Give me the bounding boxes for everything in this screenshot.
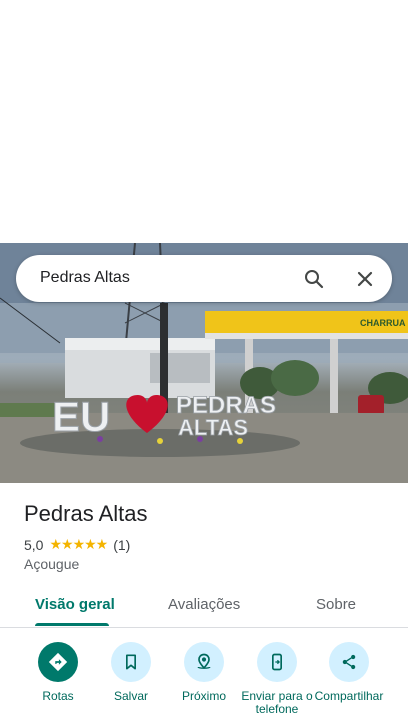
nearby-icon	[184, 642, 224, 682]
bookmark-icon	[111, 642, 151, 682]
tabs-divider	[0, 627, 408, 628]
close-icon[interactable]	[353, 267, 377, 291]
star-rating-icon: ★★★★★	[49, 536, 108, 552]
tab-bar: Visão geral Avaliações Sobre	[0, 586, 408, 626]
send-to-phone-label: Enviar para o telefone	[241, 689, 313, 716]
tab-overview[interactable]: Visão geral	[35, 596, 115, 613]
directions-icon	[38, 642, 78, 682]
directions-label: Rotas	[42, 689, 74, 703]
active-tab-indicator	[35, 623, 109, 626]
save-label: Salvar	[113, 689, 148, 703]
search-icon[interactable]	[302, 267, 326, 291]
share-label: Compartilhar	[314, 689, 384, 703]
place-title: Pedras Altas	[24, 501, 148, 526]
station-brand: CHARRUA	[360, 318, 406, 328]
share-icon	[329, 642, 369, 682]
send-to-phone-button[interactable]: Enviar para o telefone	[237, 642, 317, 716]
sign-altas: ALTAS	[178, 415, 248, 440]
place-category: Açougue	[24, 556, 80, 572]
tab-about[interactable]: Sobre	[316, 596, 356, 613]
share-button[interactable]: Compartilhar	[309, 642, 389, 703]
review-count: (1)	[113, 536, 131, 553]
rating-row[interactable]: 5,0 ★★★★★ (1)	[24, 536, 130, 553]
search-input[interactable]: Pedras Altas	[40, 269, 130, 287]
tab-reviews[interactable]: Avaliações	[168, 596, 240, 613]
sign-eu: EU	[52, 393, 110, 440]
search-bar[interactable]: Pedras Altas	[16, 255, 392, 302]
nearby-label: Próximo	[181, 689, 226, 703]
directions-button[interactable]: Rotas	[18, 642, 98, 703]
send-to-phone-icon	[257, 642, 297, 682]
rating-value: 5,0	[24, 536, 44, 553]
save-button[interactable]: Salvar	[91, 642, 171, 703]
map-blank-area	[0, 0, 408, 243]
nearby-button[interactable]: Próximo	[164, 642, 244, 703]
